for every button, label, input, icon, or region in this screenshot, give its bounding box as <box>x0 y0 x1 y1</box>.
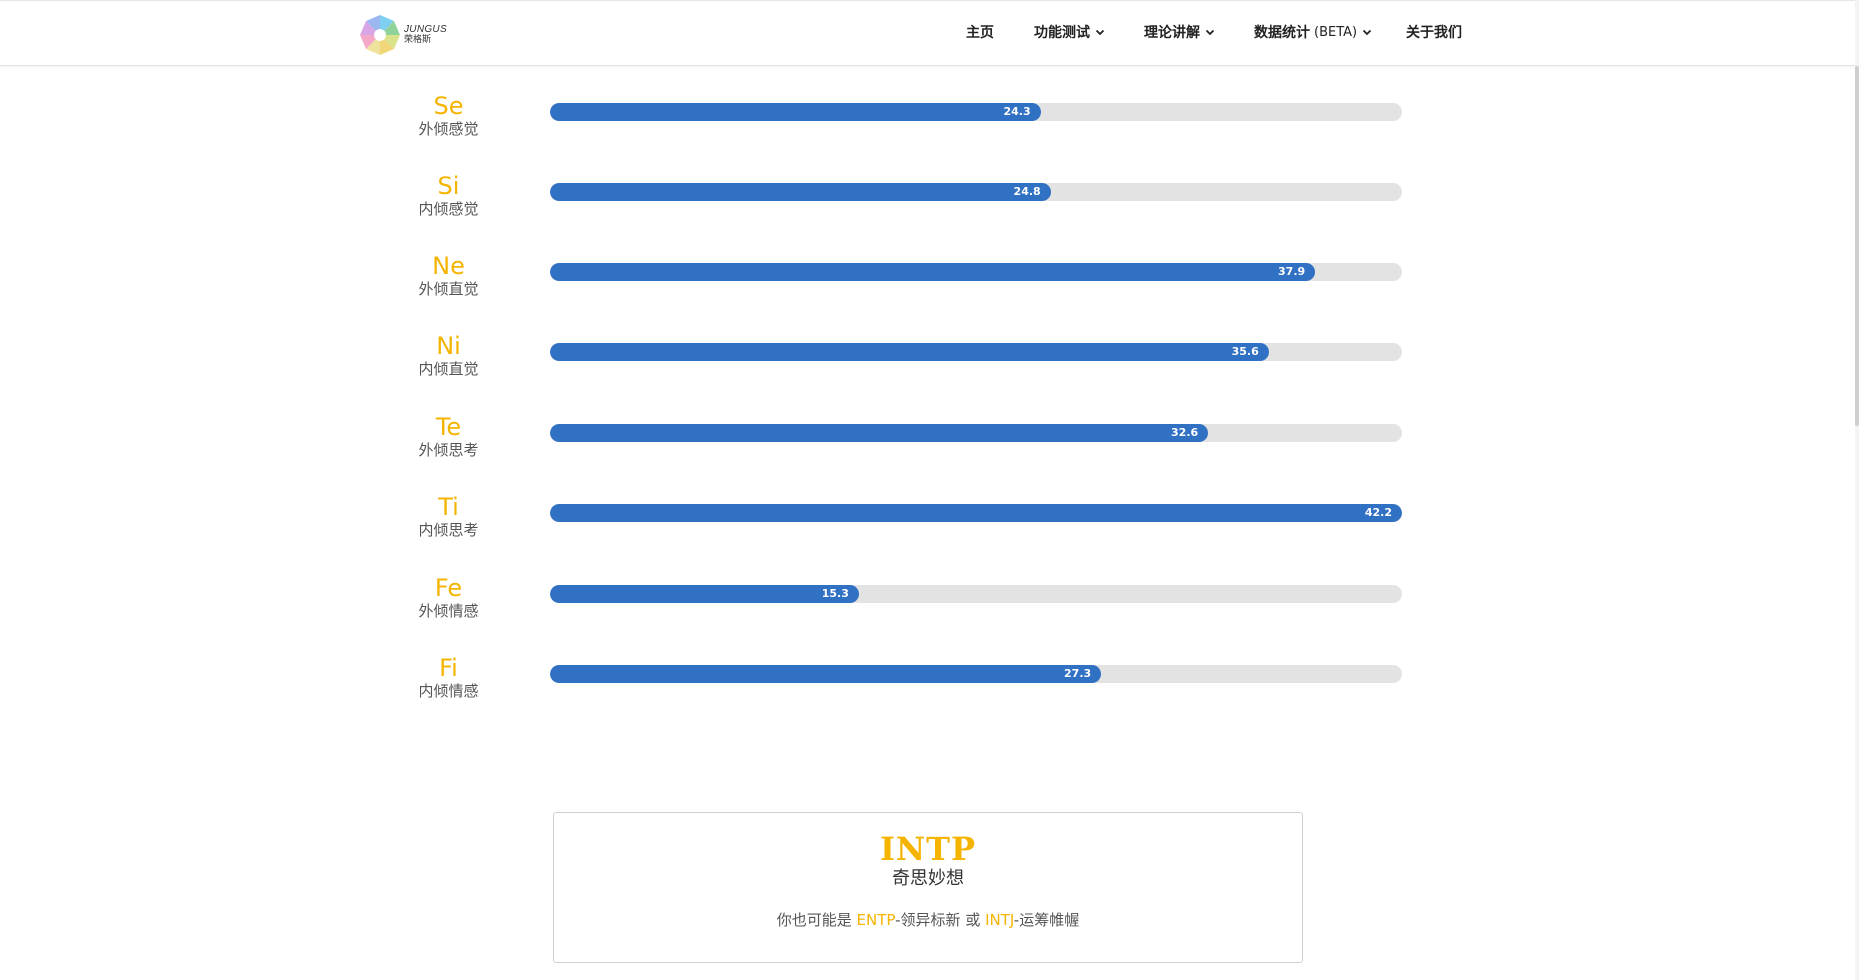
function-name: 内倾情感 <box>418 682 479 700</box>
alternative-types: 你也可能是 ENTP-领异标新 或 INTJ-运筹帷幄 <box>554 909 1302 931</box>
function-label: Fi 内倾情感 <box>395 653 502 701</box>
function-name: 内倾思考 <box>418 521 479 539</box>
function-label: Ti 内倾思考 <box>395 492 502 540</box>
nav-stats-beta: (BETA) <box>1314 24 1358 40</box>
score-track: 24.8 <box>550 183 1402 201</box>
logo-icon <box>360 15 400 55</box>
score-track: 35.6 <box>550 343 1402 361</box>
chevron-down-icon <box>1095 29 1105 36</box>
nav-tests[interactable]: 功能测试 <box>1034 22 1105 42</box>
result-card: INTP 奇思妙想 你也可能是 ENTP-领异标新 或 INTJ-运筹帷幄 <box>553 812 1303 963</box>
function-code: Si <box>437 172 460 200</box>
function-name: 外倾直觉 <box>418 280 479 298</box>
alt-name-entp: -领异标新 <box>895 911 961 929</box>
function-label: Si 内倾感觉 <box>395 171 502 219</box>
function-code: Se <box>433 92 464 120</box>
function-name: 外倾思考 <box>418 441 479 459</box>
score-bar: 42.2 <box>550 504 1402 522</box>
score-row-fe: Fe 外倾情感 15.3 <box>0 573 1859 635</box>
function-code: Fi <box>439 654 458 682</box>
alt-name-intj: -运筹帷幄 <box>1013 911 1080 929</box>
function-code: Ti <box>438 493 459 521</box>
function-label: Se 外倾感觉 <box>395 91 502 139</box>
alt-type-intj[interactable]: INTJ <box>985 911 1014 929</box>
logo-text-cn: 荣格斯 <box>404 35 432 45</box>
alt-prefix: 你也可能是 <box>776 911 857 929</box>
nav-tests-label: 功能测试 <box>1034 25 1090 41</box>
nav-theory-label: 理论讲解 <box>1144 25 1200 41</box>
logo-text-en: JUNGUS <box>404 24 447 35</box>
score-row-si: Si 内倾感觉 24.8 <box>0 171 1859 233</box>
nav-stats-label: 数据统计 <box>1254 25 1310 41</box>
score-bar: 24.3 <box>550 103 1041 121</box>
score-value: 27.3 <box>1064 667 1092 680</box>
score-bar: 37.9 <box>550 263 1316 281</box>
function-code: Fe <box>434 574 463 602</box>
score-row-ni: Ni 内倾直觉 35.6 <box>0 331 1859 393</box>
score-value: 35.6 <box>1231 345 1259 358</box>
function-name: 内倾感觉 <box>418 200 479 218</box>
function-name: 内倾直觉 <box>418 360 479 378</box>
nav-theory[interactable]: 理论讲解 <box>1144 22 1215 42</box>
score-track: 37.9 <box>550 263 1402 281</box>
score-value: 24.3 <box>1003 105 1031 118</box>
function-label: Ni 内倾直觉 <box>395 331 502 379</box>
score-row-te: Te 外倾思考 32.6 <box>0 412 1859 474</box>
score-row-se: Se 外倾感觉 24.3 <box>0 91 1859 153</box>
score-value: 24.8 <box>1013 185 1041 198</box>
nav-about[interactable]: 关于我们 <box>1406 22 1462 42</box>
score-bar: 35.6 <box>550 343 1269 361</box>
function-label: Te 外倾思考 <box>395 412 502 460</box>
nav-about-label: 关于我们 <box>1406 25 1462 41</box>
score-track: 24.3 <box>550 103 1402 121</box>
alt-or: 或 <box>960 911 986 929</box>
score-row-ne: Ne 外倾直觉 37.9 <box>0 251 1859 313</box>
function-name: 外倾感觉 <box>418 120 479 138</box>
score-bar: 27.3 <box>550 665 1102 683</box>
nav-stats[interactable]: 数据统计 (BETA) <box>1254 22 1372 42</box>
score-bar: 15.3 <box>550 585 859 603</box>
jungus-logo[interactable]: JUNGUS 荣格斯 <box>360 13 447 57</box>
function-code: Te <box>435 413 462 441</box>
score-bar: 24.8 <box>550 183 1051 201</box>
score-track: 32.6 <box>550 424 1402 442</box>
alt-type-entp[interactable]: ENTP <box>857 911 896 929</box>
chevron-down-icon <box>1362 29 1372 36</box>
function-label: Ne 外倾直觉 <box>395 251 502 299</box>
score-track: 27.3 <box>550 665 1402 683</box>
function-code: Ni <box>436 332 461 360</box>
function-name: 外倾情感 <box>418 602 479 620</box>
top-navbar: JUNGUS 荣格斯 主页 功能测试 理论讲解 数据统计 (BETA) 关于我们 <box>0 0 1855 66</box>
score-value: 42.2 <box>1364 506 1392 519</box>
score-track: 42.2 <box>550 504 1402 522</box>
function-code: Ne <box>432 252 465 280</box>
result-name: 奇思妙想 <box>892 868 964 889</box>
score-value: 15.3 <box>821 587 849 600</box>
nav-home[interactable]: 主页 <box>966 22 994 42</box>
score-row-fi: Fi 内倾情感 27.3 <box>0 653 1859 715</box>
nav-home-label: 主页 <box>966 25 994 41</box>
score-bar: 32.6 <box>550 424 1209 442</box>
score-value: 32.6 <box>1171 426 1199 439</box>
score-track: 15.3 <box>550 585 1402 603</box>
chevron-down-icon <box>1205 29 1215 36</box>
result-type: INTP <box>879 830 977 868</box>
score-row-ti: Ti 内倾思考 42.2 <box>0 492 1859 554</box>
function-label: Fe 外倾情感 <box>395 573 502 621</box>
score-value: 37.9 <box>1278 265 1306 278</box>
